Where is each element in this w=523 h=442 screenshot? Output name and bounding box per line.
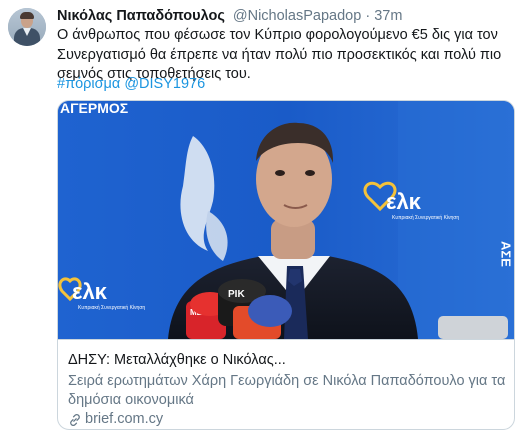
hashtag-link[interactable]: #πόρισμα: [57, 76, 120, 92]
left-logo-text: ελκ: [72, 279, 108, 304]
separator-dot: ·: [365, 8, 371, 24]
card-title[interactable]: ΔΗΣΥ: Μεταλλάχθηκε ο Νικόλας...: [68, 351, 506, 370]
card-image[interactable]: ελκ Κυπριακή Συνεργατική Κίνηση ελκ Κυπρ…: [58, 101, 514, 339]
tweet-text-line: Ο άνθρωπος που φέσωσε τον Κύπριο φορολογ…: [57, 27, 498, 43]
card-description: Σειρά ερωτημάτων Χάρη Γεωργιάδη σε Νικόλ…: [68, 373, 506, 408]
right-logo-subtext: Κυπριακή Συνεργατική Κίνηση: [392, 214, 459, 221]
tweet-header: Νικόλας Παπαδόπουλος @NicholasPapadop · …: [57, 6, 402, 26]
tweet[interactable]: Νικόλας Παπαδόπουλος @NicholasPapadop · …: [0, 0, 523, 442]
mention-link[interactable]: @DISY1976: [124, 76, 205, 92]
timestamp[interactable]: 37m: [374, 8, 402, 24]
left-logo-subtext: Κυπριακή Συνεργατική Κίνηση: [78, 304, 145, 311]
banner-text: ΑΓΕΡΜΟΣ: [60, 101, 128, 116]
tweet-links: #πόρισμα @DISY1976: [57, 74, 205, 94]
card-domain-text[interactable]: brief.com.cy: [85, 410, 163, 429]
right-logo-text: ελκ: [386, 189, 422, 214]
user-handle[interactable]: @NicholasPapadop: [233, 8, 361, 24]
link-icon: [70, 413, 80, 426]
avatar[interactable]: [8, 8, 46, 46]
card-body[interactable]: ΔΗΣΥ: Μεταλλάχθηκε ο Νικόλας... Σειρά ερ…: [58, 339, 514, 429]
tweet-text-line: Συνεργατισμό θα έπρεπε να ήταν πολύ πιο …: [57, 46, 502, 63]
card-domain[interactable]: brief.com.cy: [68, 410, 506, 429]
display-name[interactable]: Νικόλας Παπαδόπουλος: [57, 8, 225, 24]
mic-label-2: ΡΙΚ: [228, 289, 245, 300]
side-letters: ΑΣΕ: [499, 241, 514, 267]
link-card[interactable]: ελκ Κυπριακή Συνεργατική Κίνηση ελκ Κυπρ…: [57, 100, 515, 430]
